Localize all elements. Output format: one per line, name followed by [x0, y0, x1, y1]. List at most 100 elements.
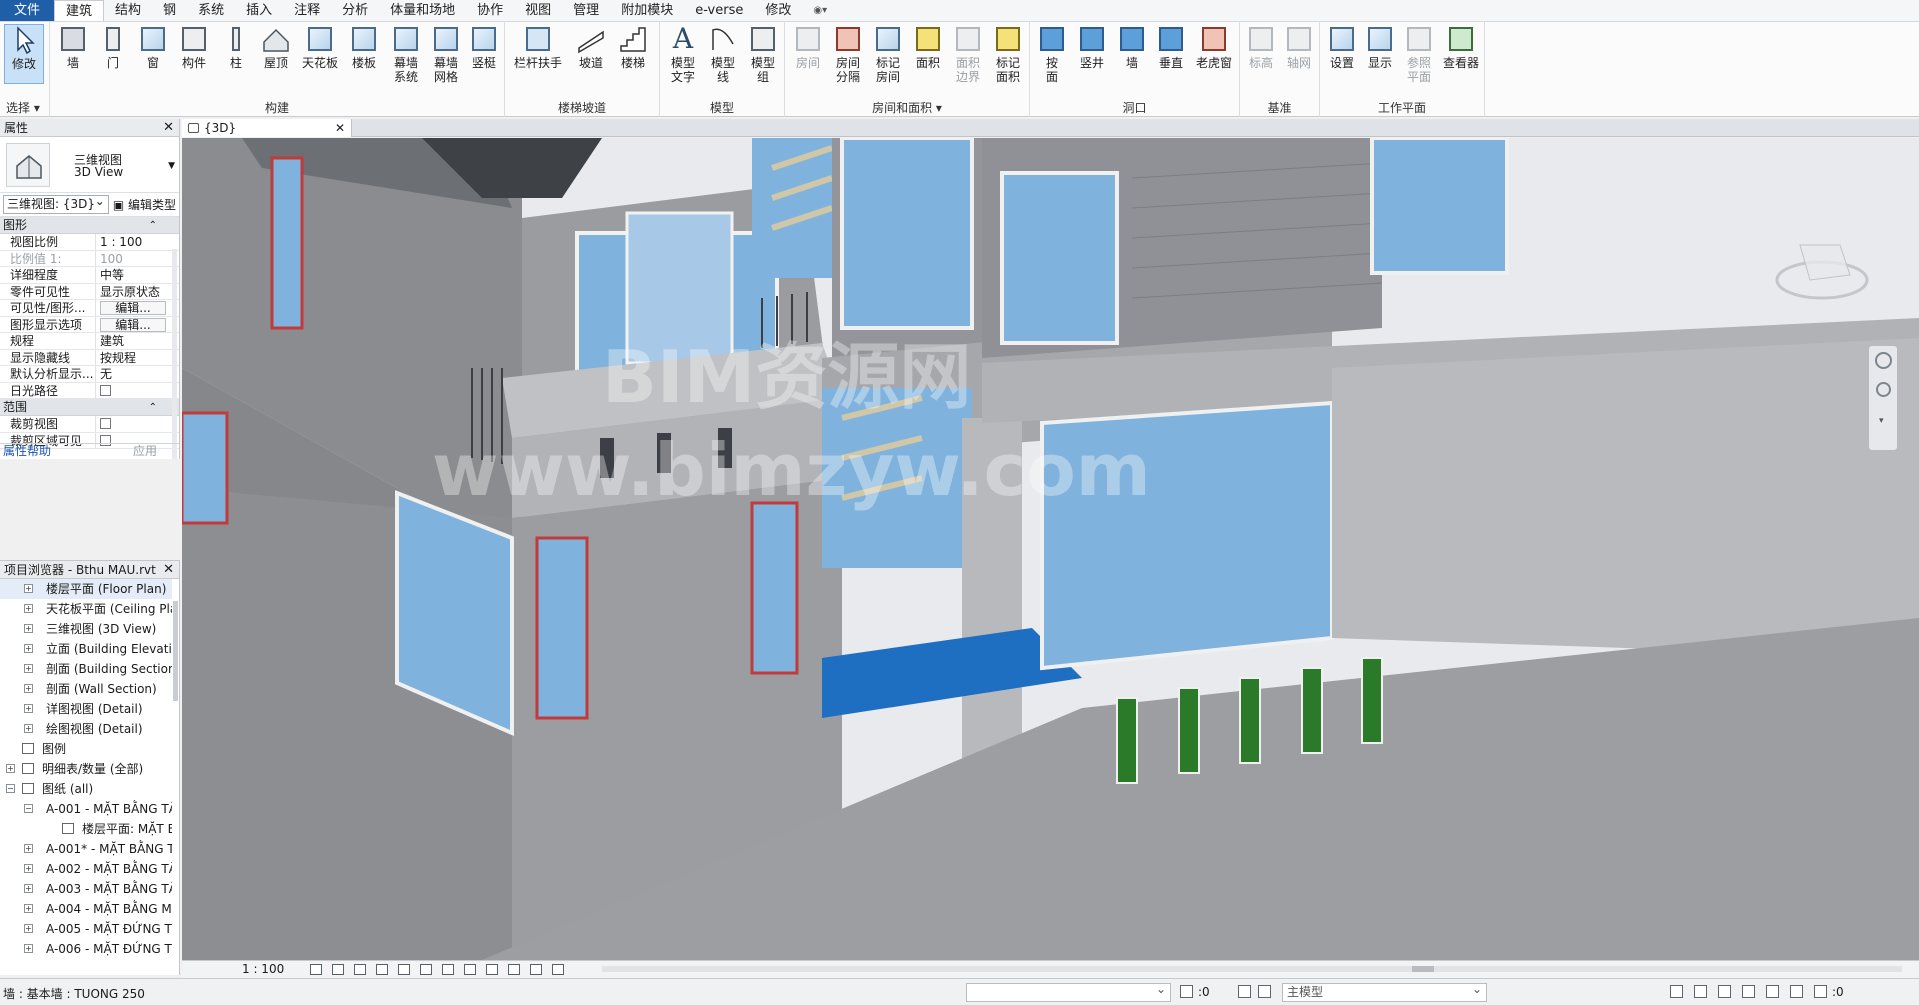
viewer-button[interactable]: 查看器 — [1440, 24, 1482, 70]
menu-tab-massing[interactable]: 体量和场地 — [379, 0, 466, 21]
view-cube[interactable] — [1760, 230, 1870, 310]
tree-item-ceiling-plan[interactable]: +天花板平面 (Ceiling Plan) — [0, 599, 172, 619]
mullion-button[interactable]: 竖梃 — [466, 24, 502, 70]
close-icon[interactable]: ✕ — [335, 119, 345, 137]
tree-item-sheet-a002[interactable]: +A-002 - MẶT BẰNG TẦNG — [0, 859, 172, 879]
scrollbar-thumb[interactable] — [1412, 966, 1434, 972]
crop-view-checkbox[interactable] — [100, 418, 111, 429]
tree-item-drafting[interactable]: + 绘图视图 (Detail) — [0, 719, 172, 739]
type-selector[interactable]: 三维视图 3D View ▼ — [0, 137, 179, 193]
section-extents[interactable]: 范围 ⌃ — [0, 399, 179, 416]
temp-hide-icon[interactable] — [486, 964, 498, 975]
ceiling-button[interactable]: 天花板 — [298, 24, 342, 70]
design-options-icon[interactable] — [1238, 985, 1251, 998]
collapse-icon[interactable]: − — [24, 804, 33, 813]
tree-item-floor-plan[interactable]: + 楼层平面 (Floor Plan) — [0, 579, 172, 599]
workset-dropdown[interactable] — [966, 981, 1171, 1002]
view-selector-dropdown[interactable]: 三维视图: {3D} — [3, 193, 109, 214]
tree-item-schedules[interactable]: + 明细表/数量 (全部) — [0, 759, 172, 779]
tree-item-sheet-a001b[interactable]: +A-001* - MẶT BẰNG TẦNG — [0, 839, 172, 859]
visual-style-icon[interactable] — [332, 964, 344, 975]
menu-tab-steel[interactable]: 钢 — [152, 0, 187, 21]
grid-button[interactable]: 轴网 — [1280, 24, 1318, 70]
show-workplane-button[interactable]: 显示 — [1362, 24, 1398, 70]
menu-tab-architecture[interactable]: 建筑 — [54, 0, 105, 21]
tag-area-button[interactable]: 标记 面积 — [989, 24, 1027, 84]
room-separator-button[interactable]: 房间 分隔 — [829, 24, 867, 84]
view-tab-3d[interactable]: {3D} ✕ — [182, 119, 352, 137]
roof-button[interactable]: 屋顶 — [256, 24, 296, 70]
close-icon[interactable]: ✕ — [163, 119, 174, 137]
reveal-hidden-icon[interactable] — [508, 964, 520, 975]
highlight-displacement-icon[interactable] — [552, 964, 564, 975]
model-line-button[interactable]: 模型 线 — [704, 24, 742, 84]
tree-item-detail[interactable]: + 详图视图 (Detail) — [0, 699, 172, 719]
by-face-button[interactable]: 按 面 — [1034, 24, 1070, 84]
expand-icon[interactable]: + — [24, 864, 33, 873]
dormer-button[interactable]: 老虎窗 — [1192, 24, 1236, 70]
collapse-icon[interactable]: − — [6, 784, 15, 793]
expand-icon[interactable]: + — [24, 684, 33, 693]
expand-icon[interactable]: + — [6, 764, 15, 773]
expand-icon[interactable]: + — [24, 944, 33, 953]
menu-tab-addins[interactable]: 附加模块 — [610, 0, 684, 21]
menu-tab-file[interactable]: 文件 — [0, 0, 55, 21]
menu-tab-annotate[interactable]: 注释 — [283, 0, 331, 21]
menu-tab-insert[interactable]: 插入 — [235, 0, 283, 21]
3d-viewport[interactable]: BIM资源网 www.bimzyw.com — [182, 138, 1919, 960]
tree-item-3d-view[interactable]: + 三维视图 (3D View) — [0, 619, 172, 639]
tree-item-sheet-a001[interactable]: −A-001 - MẶT BẰNG TẦNG — [0, 799, 172, 819]
detail-level-icon[interactable] — [310, 964, 322, 975]
editable-only-icon[interactable] — [1180, 985, 1193, 998]
door-button[interactable]: 门 — [94, 24, 132, 70]
tree-item-elevation[interactable]: +立面 (Building Elevation) — [0, 639, 172, 659]
expand-icon[interactable]: + — [24, 924, 33, 933]
room-group-title[interactable]: 房间和面积 ▾ — [785, 101, 1029, 115]
select-underlay-icon[interactable] — [1694, 985, 1707, 998]
window-button[interactable]: 窗 — [134, 24, 172, 70]
background-process-icon[interactable] — [1790, 985, 1803, 998]
properties-scrollbar[interactable] — [172, 249, 177, 459]
tree-item-legends[interactable]: 图例 — [0, 739, 172, 759]
shaft-button[interactable]: 竖井 — [1072, 24, 1112, 70]
select-by-face-icon[interactable] — [1742, 985, 1755, 998]
model-text-button[interactable]: A 模型 文字 — [664, 24, 702, 85]
expand-icon[interactable]: + — [24, 884, 33, 893]
area-boundary-button[interactable]: 面积 边界 — [949, 24, 987, 84]
menu-tab-everse[interactable]: e-verse — [684, 0, 754, 21]
curtain-grid-button[interactable]: 幕墙 网格 — [426, 24, 466, 84]
chevron-down-icon[interactable]: ▾ — [1879, 416, 1884, 426]
menu-tab-collaborate[interactable]: 协作 — [466, 0, 514, 21]
tag-room-button[interactable]: 标记 房间 — [869, 24, 907, 84]
prop-row-parts-visibility[interactable]: 零件可见性 显示原状态 — [0, 283, 179, 300]
floor-button[interactable]: 楼板 — [344, 24, 384, 70]
horizontal-scrollbar[interactable] — [602, 966, 1902, 972]
apply-button[interactable]: 应用 — [133, 444, 157, 459]
tree-item-sheet-a006[interactable]: +A-006 - MẶT ĐỨNG TRỤC — [0, 939, 172, 959]
filter-icon[interactable] — [1814, 985, 1827, 998]
wall-button[interactable]: 墙 — [54, 24, 92, 70]
vg-edit-button[interactable]: 编辑... — [100, 301, 166, 315]
vertical-opening-button[interactable]: 垂直 — [1152, 24, 1190, 70]
prop-row-default-analysis[interactable]: 默认分析显示... 无 — [0, 366, 179, 383]
area-button[interactable]: 面积 — [909, 24, 947, 70]
room-button[interactable]: 房间 — [789, 24, 827, 70]
set-workplane-button[interactable]: 设置 — [1324, 24, 1360, 70]
menu-tab-analyze[interactable]: 分析 — [331, 0, 379, 21]
prop-row-show-hidden-lines[interactable]: 显示隐藏线 按规程 — [0, 349, 179, 366]
tree-item-sheet-a004[interactable]: + A-004 - MẶT BẰNG MÁI — [0, 899, 172, 919]
wall-opening-button[interactable]: 墙 — [1114, 24, 1150, 70]
show-crop-icon[interactable] — [442, 964, 454, 975]
close-icon[interactable]: ✕ — [163, 561, 174, 579]
component-button[interactable]: 构件 — [174, 24, 214, 70]
menu-tab-view[interactable]: 视图 — [514, 0, 562, 21]
tree-item-sheet-a003[interactable]: +A-003 - MẶT BẰNG TẦNG — [0, 879, 172, 899]
expand-icon[interactable]: + — [24, 644, 33, 653]
tree-item-building-section[interactable]: + 剖面 (Building Section) — [0, 659, 172, 679]
zoom-icon[interactable] — [1876, 382, 1891, 397]
model-group-button[interactable]: 模型 组 — [744, 24, 782, 84]
edit-type-button[interactable]: ▣ 编辑类型 — [113, 196, 176, 213]
tree-item-sheets[interactable]: − 图纸 (all) — [0, 779, 172, 799]
render-icon[interactable] — [398, 964, 410, 975]
expand-icon[interactable]: + — [24, 624, 33, 633]
